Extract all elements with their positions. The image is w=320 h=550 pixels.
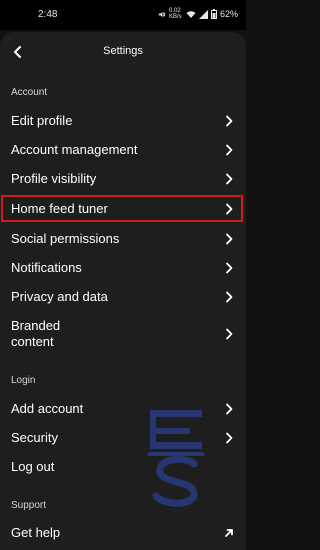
item-label: Add account <box>11 401 84 416</box>
wifi-icon <box>186 10 196 18</box>
signal-icon <box>198 9 208 19</box>
chevron-right-icon <box>226 403 233 414</box>
settings-item-notifications[interactable]: Notifications <box>0 253 246 282</box>
battery-percent: 62% <box>219 9 238 19</box>
settings-header: Settings <box>0 32 246 72</box>
settings-item-security[interactable]: Security <box>0 423 246 452</box>
status-bar: 2:48 0.02 KB/s 62% <box>0 0 246 30</box>
item-label-line-2: content <box>11 334 54 349</box>
section-login-label: Login <box>11 375 36 386</box>
item-label: Branded content <box>11 318 60 350</box>
item-label: Edit profile <box>11 113 73 128</box>
settings-item-add-account[interactable]: Add account <box>0 394 246 423</box>
settings-sheet: Settings Account Edit profile Account ma… <box>0 32 246 550</box>
section-account-label: Account <box>11 87 48 98</box>
item-label: Get help <box>11 525 61 540</box>
chevron-right-icon <box>226 328 233 340</box>
chevron-right-icon <box>226 262 233 273</box>
item-label: Privacy and data <box>11 289 108 304</box>
item-label: Social permissions <box>11 231 120 246</box>
item-label: Profile visibility <box>11 171 97 186</box>
highlight-box <box>1 195 243 222</box>
chevron-right-icon <box>226 173 233 184</box>
settings-item-branded-content[interactable]: Branded content <box>0 315 246 353</box>
chevron-right-icon <box>226 115 233 126</box>
arrow-up-right-icon <box>225 528 233 537</box>
settings-item-profile-visibility[interactable]: Profile visibility <box>0 164 246 193</box>
settings-item-edit-profile[interactable]: Edit profile <box>0 106 246 135</box>
item-label: Log out <box>11 459 55 474</box>
battery-icon <box>210 9 217 19</box>
chevron-right-icon <box>226 233 233 244</box>
mute-icon <box>158 11 166 17</box>
settings-item-social-permissions[interactable]: Social permissions <box>0 224 246 253</box>
settings-item-privacy-and-data[interactable]: Privacy and data <box>0 282 246 311</box>
item-label: Account management <box>11 142 138 157</box>
network-speed: 0.02 KB/s <box>168 8 182 20</box>
status-icons: 0.02 KB/s 62% <box>157 8 238 20</box>
settings-item-account-management[interactable]: Account management <box>0 135 246 164</box>
status-time: 2:48 <box>38 9 58 20</box>
page-title: Settings <box>103 45 143 57</box>
section-support-label: Support <box>11 500 47 511</box>
chevron-right-icon <box>226 291 233 302</box>
watermark-logo <box>148 410 204 507</box>
item-label-line-1: Branded <box>11 318 61 333</box>
item-label: Security <box>11 430 58 445</box>
chevron-right-icon <box>226 432 233 443</box>
item-label: Notifications <box>11 260 82 275</box>
settings-item-log-out[interactable]: Log out <box>0 452 246 481</box>
settings-item-get-help[interactable]: Get help <box>0 518 246 547</box>
chevron-right-icon <box>226 144 233 155</box>
